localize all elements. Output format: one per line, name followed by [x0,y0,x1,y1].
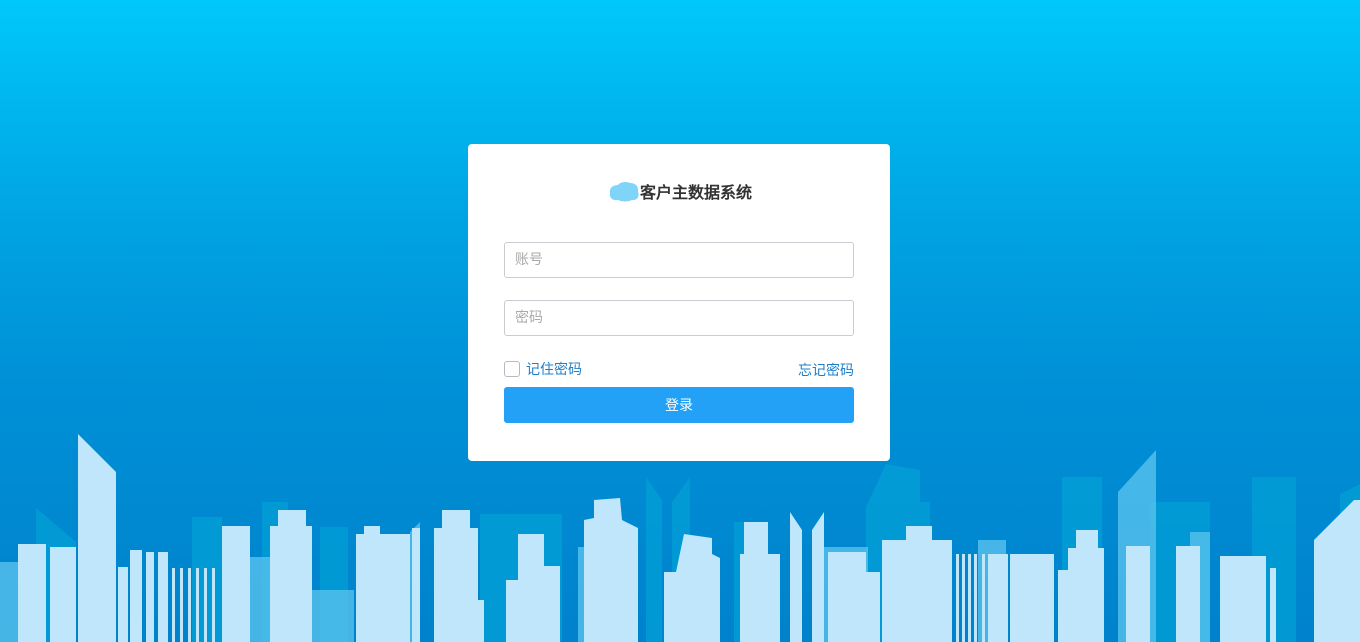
brand-header: 客户主数据系统 [468,178,890,204]
login-button[interactable]: 登录 [504,387,854,423]
checkbox-box[interactable] [504,361,520,377]
login-card: 客户主数据系统 记住密码 忘记密码 登录 [468,144,890,461]
password-input[interactable] [504,300,854,336]
remember-password-label: 记住密码 [526,362,582,378]
cloud-logo-icon [606,179,642,203]
remember-password-checkbox[interactable]: 记住密码 [504,359,582,379]
account-input[interactable] [504,242,854,278]
app-title: 客户主数据系统 [639,183,752,202]
forgot-password-link[interactable]: 忘记密码 [798,360,854,380]
